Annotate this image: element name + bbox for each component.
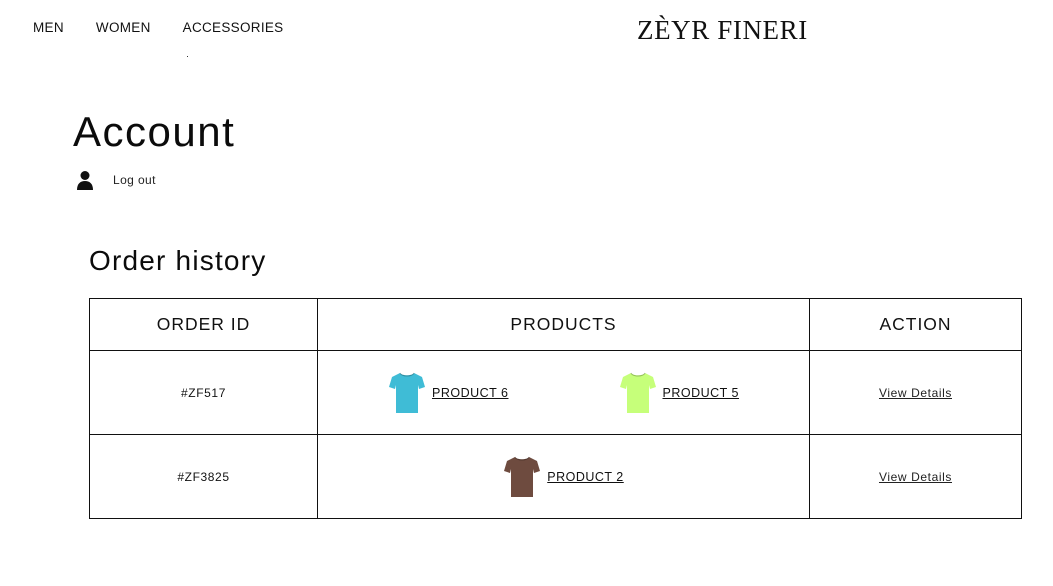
nav-divider-dot	[187, 56, 188, 57]
top-navigation: MEN WOMEN ACCESSORIES ZÈYR FINERI	[0, 0, 1053, 60]
nav-item-men[interactable]: MEN	[33, 20, 64, 35]
order-history-table: ORDER ID PRODUCTS ACTION #ZF517 PRODUCT …	[89, 298, 1022, 519]
products-cell: PRODUCT 2	[317, 434, 810, 519]
tshirt-thumbnail[interactable]	[619, 371, 657, 415]
order-id-cell: #ZF3825	[89, 434, 318, 519]
page-title: Account	[73, 108, 236, 155]
nav-item-women[interactable]: WOMEN	[96, 20, 151, 35]
table-row: #ZF3825 PRODUCT 2 View Details	[89, 434, 1022, 519]
main-menu: MEN WOMEN ACCESSORIES	[33, 20, 315, 35]
logout-row: Log out	[75, 170, 156, 190]
product-list: PRODUCT 6 PRODUCT 5	[318, 371, 809, 415]
column-header-order-id: ORDER ID	[89, 298, 318, 351]
order-id: #ZF3825	[177, 469, 230, 484]
tshirt-thumbnail[interactable]	[388, 371, 426, 415]
nav-item-accessories[interactable]: ACCESSORIES	[183, 20, 284, 35]
product-list: PRODUCT 2	[318, 455, 809, 499]
column-header-products: PRODUCTS	[317, 298, 810, 351]
user-icon	[77, 171, 93, 190]
table-row: #ZF517 PRODUCT 6 PRODUCT 5 View Details	[89, 350, 1022, 435]
action-cell: View Details	[809, 350, 1022, 435]
product-link[interactable]: PRODUCT 5	[663, 386, 740, 400]
brand-logo[interactable]: ZÈYR FINERI	[637, 15, 808, 46]
product-link[interactable]: PRODUCT 6	[432, 386, 509, 400]
column-header-action: ACTION	[809, 298, 1022, 351]
view-details-link[interactable]: View Details	[879, 386, 952, 400]
logout-link[interactable]: Log out	[113, 173, 156, 187]
action-cell: View Details	[809, 434, 1022, 519]
products-cell: PRODUCT 6 PRODUCT 5	[317, 350, 810, 435]
order-id: #ZF517	[181, 385, 226, 400]
tshirt-thumbnail[interactable]	[503, 455, 541, 499]
view-details-link[interactable]: View Details	[879, 470, 952, 484]
product-item: PRODUCT 2	[503, 455, 624, 499]
order-id-cell: #ZF517	[89, 350, 318, 435]
product-item: PRODUCT 6	[388, 371, 509, 415]
product-link[interactable]: PRODUCT 2	[547, 470, 624, 484]
table-header-row: ORDER ID PRODUCTS ACTION	[89, 298, 1022, 351]
order-history-title: Order history	[89, 245, 267, 276]
product-item: PRODUCT 5	[619, 371, 740, 415]
